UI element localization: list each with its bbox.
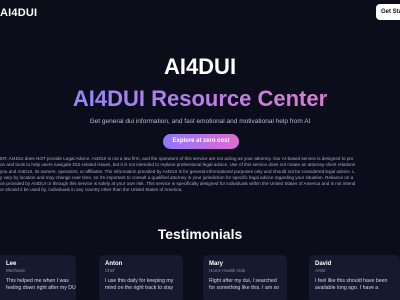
- top-bar: AI4DUI Get Sta: [0, 0, 400, 24]
- get-started-button[interactable]: Get Sta: [376, 4, 400, 20]
- testimonial-quote: I feel like this should have been availa…: [315, 278, 400, 292]
- testimonial-card: Lee Mechanic This helped me when I was f…: [0, 255, 76, 300]
- hero-title: AI4DUI: [163, 54, 237, 79]
- testimonial-name: Mary: [209, 261, 224, 267]
- explore-button[interactable]: Explore at zero cost: [163, 134, 239, 149]
- testimonial-quote-line: I use this daily for keeping my: [105, 278, 174, 284]
- testimonial-card: Mary Home Health Aide Right after my dui…: [203, 255, 287, 300]
- testimonial-quote-line: for something like this. I am so: [209, 285, 280, 291]
- disclaimer-line: on and tools to help users navigate DUI-…: [0, 162, 356, 168]
- testimonial-role: Artist: [315, 268, 326, 273]
- hero-tagline: Get general dui information, and fast em…: [89, 118, 311, 125]
- testimonial-role: Chef: [105, 268, 115, 273]
- testimonial-name: Lee: [6, 261, 17, 267]
- testimonials-list: Lee Mechanic This helped me when I was f…: [0, 255, 400, 300]
- disclaimer-line: or should it be used by, individuals in …: [0, 187, 183, 193]
- testimonial-quote: I use this daily for keeping my mind on …: [105, 278, 183, 292]
- testimonial-card: Anton Chef I use this daily for keeping …: [99, 255, 183, 300]
- testimonial-quote-line: I feel like this should have been: [315, 278, 388, 284]
- testimonial-quote: This helped me when I was feeling down r…: [6, 278, 76, 292]
- site-logo[interactable]: AI4DUI: [0, 7, 37, 19]
- testimonials-title: Testimonials: [157, 226, 243, 242]
- testimonial-role: Home Health Aide: [209, 268, 246, 273]
- legal-disclaimer: ER: AI4DUI does NOT provide Legal Advice…: [0, 156, 400, 201]
- testimonial-quote-line: This helped me when I was: [6, 278, 69, 284]
- testimonial-quote-line: available long ago. I have a: [315, 285, 379, 291]
- testimonial-quote-line: mind on the right track to stay: [105, 285, 174, 291]
- hero-subtitle: AI4DUI Resource Center: [0, 86, 400, 112]
- testimonial-role: Mechanic: [6, 268, 26, 273]
- testimonial-name: Anton: [105, 261, 123, 267]
- disclaimer-line: you and AI4DUI, its owners, operators, o…: [0, 168, 355, 174]
- testimonial-card: David Artist I feel like this should hav…: [309, 255, 400, 300]
- testimonial-quote-line: Right after my dui, I searched: [209, 278, 277, 284]
- testimonial-quote: Right after my dui, I searched for somet…: [209, 278, 287, 292]
- testimonial-quote-line: feeling down right after my DUI: [6, 285, 76, 291]
- testimonial-name: David: [315, 261, 332, 267]
